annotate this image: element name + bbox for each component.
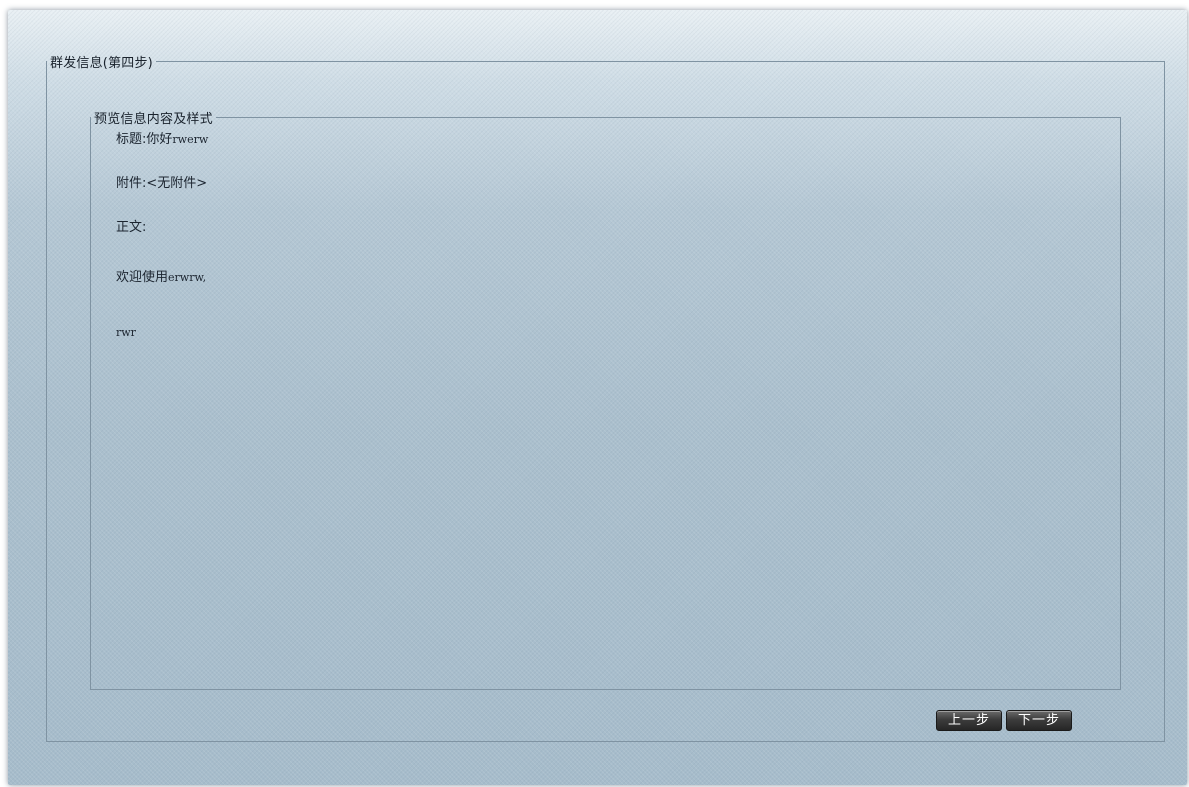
step-legend: 群发信息(第四步) bbox=[50, 56, 153, 71]
body-greeting-prefix: 欢迎使用 bbox=[116, 270, 169, 285]
subject-prefix: 你好 bbox=[146, 132, 173, 147]
body-text-line: rwr bbox=[116, 326, 136, 339]
step-navigation: 上一步 下一步 bbox=[936, 710, 1072, 732]
body-greeting-line: 欢迎使用erwrw, bbox=[116, 266, 206, 285]
attachment-label: 附件: bbox=[116, 176, 147, 191]
body-label-line: 正文: bbox=[116, 216, 146, 235]
attachment-line: 附件:<无附件> bbox=[116, 172, 207, 191]
preview-group: 预览信息内容及样式 bbox=[90, 108, 1121, 690]
subject-value: rwerw bbox=[172, 133, 209, 146]
page-frame: 群发信息(第四步) 预览信息内容及样式 标题:你好rwerw 附件:<无附件> … bbox=[8, 10, 1187, 785]
preview-legend: 预览信息内容及样式 bbox=[94, 112, 213, 127]
previous-step-button[interactable]: 上一步 bbox=[936, 710, 1002, 731]
body-greeting-value: erwrw, bbox=[168, 271, 207, 284]
subject-label: 标题: bbox=[116, 132, 147, 147]
next-step-button[interactable]: 下一步 bbox=[1006, 710, 1072, 731]
body-label: 正文: bbox=[116, 220, 147, 235]
subject-line: 标题:你好rwerw bbox=[116, 128, 208, 147]
attachment-value: <无附件> bbox=[146, 176, 208, 191]
